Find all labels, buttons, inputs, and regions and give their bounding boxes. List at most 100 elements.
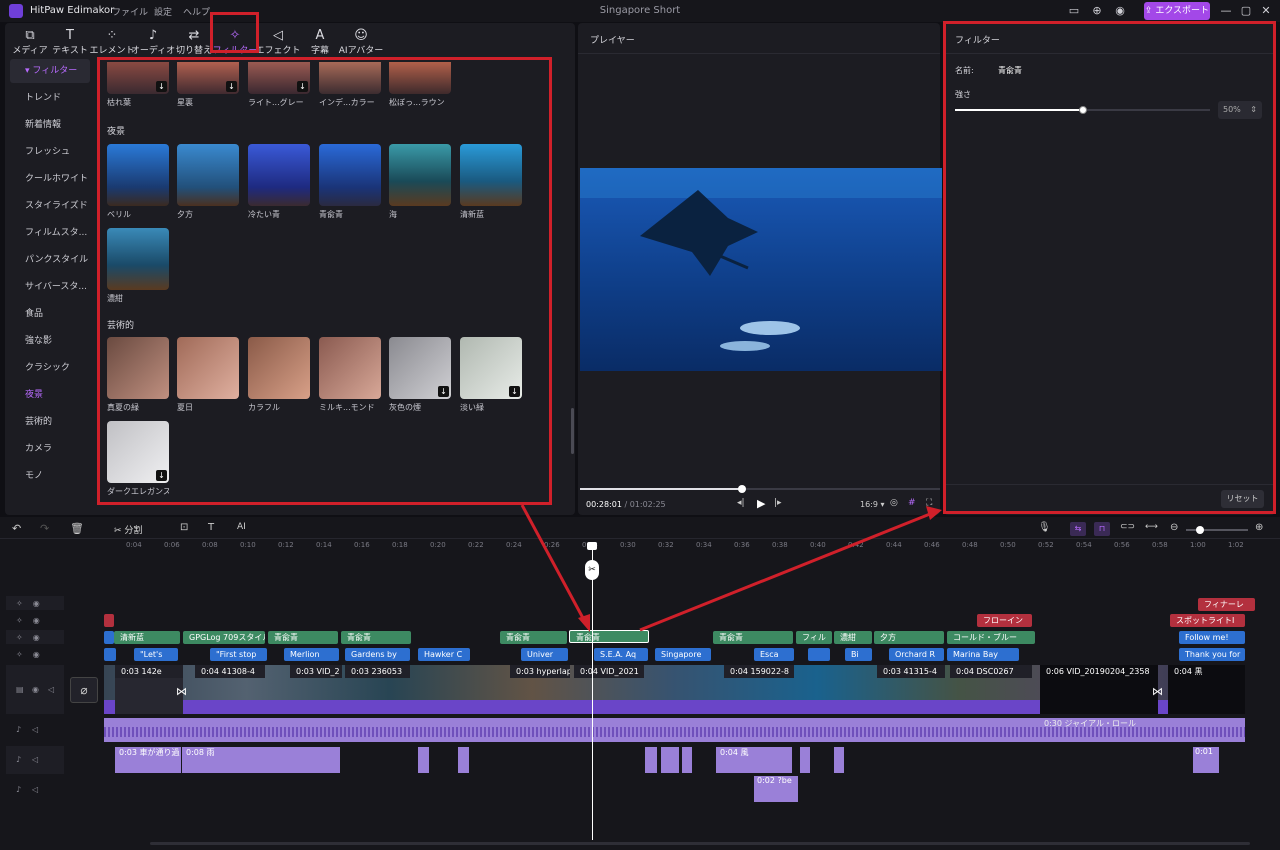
text-clip[interactable] — [808, 648, 830, 661]
category-classic[interactable]: クラシック — [10, 356, 90, 380]
filter-clip[interactable]: GPGLog 709スタイル — [183, 631, 265, 644]
account-icon[interactable]: ◉ — [1112, 3, 1128, 19]
eye-icon[interactable]: ◉ — [32, 685, 39, 694]
timeline-scrollbar[interactable] — [150, 842, 1250, 845]
tool-ai-avatar[interactable]: ☺ AIアバター — [336, 28, 386, 56]
category-film[interactable]: フィルムスタ... — [10, 221, 90, 245]
snapshot-icon[interactable]: ◎ — [890, 498, 898, 508]
text-clip[interactable]: Follow me! — [1179, 631, 1245, 644]
video-clip[interactable]: 0:06 VID_20190204_2358 — [1040, 665, 1158, 714]
sfx-clip[interactable] — [458, 747, 469, 773]
download-icon[interactable]: ⊕ — [1089, 3, 1105, 19]
eye-icon[interactable]: ◉ — [33, 633, 40, 642]
video-clip[interactable]: 0:04 黒 — [1168, 665, 1245, 714]
feedback-icon[interactable]: ▭ — [1066, 3, 1082, 19]
effect-clip[interactable]: フローイン — [977, 614, 1032, 627]
transition-icon[interactable]: ⋈ — [176, 685, 187, 698]
filter-clip-edge[interactable] — [104, 631, 114, 644]
eye-icon[interactable]: ◉ — [33, 599, 40, 608]
category-trend[interactable]: トレンド — [10, 86, 90, 110]
filter-clip[interactable]: コールド・ブルー — [947, 631, 1035, 644]
sfx-clip[interactable]: 0:03 車が通り過 — [115, 747, 181, 773]
text-clip[interactable]: Bi — [845, 648, 872, 661]
filter-clip[interactable]: 青兪青 — [268, 631, 338, 644]
volume-icon[interactable]: ◁ — [32, 725, 38, 734]
playhead-split-icon[interactable]: ✂ — [585, 560, 599, 580]
video-clip[interactable]: 0:03 hyperlap — [510, 665, 570, 714]
video-clip[interactable]: 0:04 159022-8 — [724, 665, 794, 714]
sfx-clip[interactable] — [682, 747, 692, 773]
marker-icon[interactable]: ⊡ — [180, 522, 188, 533]
volume-icon[interactable]: ◁ — [32, 755, 38, 764]
sfx-clip[interactable]: 0:02 ?be — [754, 776, 798, 802]
text-clip[interactable]: Univer — [521, 648, 568, 661]
sfx-clip[interactable] — [418, 747, 429, 773]
text-clip[interactable]: Orchard R — [889, 648, 944, 661]
sfx-clip[interactable]: 0:08 雨 — [182, 747, 340, 773]
menu-settings[interactable]: 設定 — [154, 5, 172, 18]
minimize-icon[interactable]: — — [1218, 3, 1234, 19]
category-cool-white[interactable]: クールホワイト — [10, 167, 90, 191]
video-clip[interactable]: 0:04 41308-4 — [195, 665, 265, 714]
menu-help[interactable]: ヘルプ — [183, 5, 210, 18]
text-clip[interactable]: Singapore — [655, 648, 711, 661]
text-clip[interactable] — [104, 648, 116, 661]
video-clip[interactable]: 0:03 41315-4 — [877, 665, 945, 714]
fit-icon[interactable]: ⊂⊃ — [1120, 522, 1135, 532]
video-clip[interactable]: 0:04 DSC0267 — [950, 665, 1032, 714]
text-clip[interactable]: Esca — [754, 648, 794, 661]
playhead-line[interactable] — [592, 545, 593, 840]
seekbar-handle[interactable] — [738, 485, 746, 493]
ai-icon[interactable]: AI — [237, 522, 246, 532]
player-seekbar[interactable] — [580, 488, 940, 490]
link-icon[interactable]: ⇆ — [1070, 522, 1086, 536]
magnet-icon[interactable]: ⊓ — [1094, 522, 1110, 536]
filter-clip[interactable]: 濃紺 — [834, 631, 872, 644]
sfx-clip[interactable] — [834, 747, 844, 773]
redo-icon[interactable]: ↷ — [40, 522, 49, 535]
text-clip[interactable]: Hawker C — [418, 648, 470, 661]
aspect-ratio-select[interactable]: 16:9 ▾ — [860, 500, 885, 509]
next-frame-icon[interactable]: |▸ — [774, 498, 782, 508]
filter-clip-selected[interactable]: 青兪青 — [569, 630, 649, 643]
eye-icon[interactable]: ◉ — [33, 616, 40, 625]
text-clip[interactable]: S.E.A. Aq — [594, 648, 648, 661]
text-clip[interactable]: "Let's — [134, 648, 178, 661]
cover-icon[interactable]: ⌀ — [70, 677, 98, 703]
filter-clip[interactable]: フィル — [796, 631, 832, 644]
video-clip[interactable]: 0:03 VID_2 — [290, 665, 342, 714]
effect-clip[interactable] — [104, 614, 114, 627]
close-icon[interactable]: ✕ — [1258, 3, 1274, 19]
category-new[interactable]: 新着情報 — [10, 113, 90, 137]
maximize-icon[interactable]: ▢ — [1238, 3, 1254, 19]
split-button[interactable]: ✂ 分割 — [114, 523, 142, 536]
undo-icon[interactable]: ↶ — [12, 522, 21, 535]
expand-icon[interactable]: ⟷ — [1145, 522, 1158, 532]
grid-icon[interactable]: # — [908, 498, 916, 508]
text-clip[interactable]: Gardens by — [345, 648, 410, 661]
time-ruler[interactable]: 0:04 0:06 0:08 0:10 0:12 0:14 0:16 0:18 0:20 0:22… — [100, 541, 1275, 555]
video-clip[interactable]: 0:04 VID_2021 — [574, 665, 644, 714]
playhead-handle[interactable] — [587, 542, 597, 550]
zoom-handle[interactable] — [1196, 526, 1204, 534]
text-clip[interactable]: Marina Bay — [947, 648, 1019, 661]
text-clip[interactable]: "First stop — [210, 648, 267, 661]
category-food[interactable]: 食品 — [10, 302, 90, 326]
category-stylized[interactable]: スタイライズド — [10, 194, 90, 218]
category-camera[interactable]: カメラ — [10, 437, 90, 461]
export-button[interactable]: ⇪ エクスポート — [1144, 2, 1210, 20]
category-cyber[interactable]: サイバースタ... — [10, 275, 90, 299]
text-clip[interactable]: Merlion — [284, 648, 339, 661]
play-icon[interactable]: ▶ — [757, 497, 765, 510]
music-clip[interactable]: 0:30 ジャイアル・ロール — [104, 718, 1245, 742]
sfx-clip[interactable] — [645, 747, 657, 773]
filter-clip[interactable]: 夕方 — [874, 631, 944, 644]
effect-clip[interactable]: スポットライトI — [1170, 614, 1245, 627]
transition-icon[interactable]: ⋈ — [1152, 685, 1163, 698]
video-clip[interactable]: 0:03 236053 — [345, 665, 410, 714]
delete-icon[interactable]: 🗑 — [70, 522, 84, 535]
menu-file[interactable]: ファイル — [112, 5, 148, 18]
sfx-clip[interactable] — [661, 747, 679, 773]
filter-clip[interactable]: 清新蓝 — [114, 631, 180, 644]
filter-clip[interactable]: 青兪青 — [713, 631, 793, 644]
